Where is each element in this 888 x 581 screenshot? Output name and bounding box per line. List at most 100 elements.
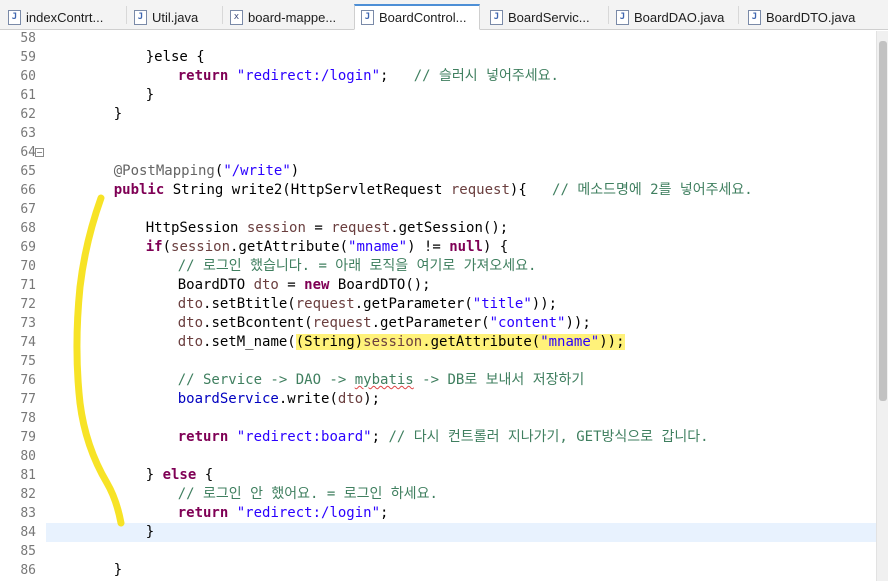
line-number: 65	[20, 164, 36, 179]
java-file-icon: J	[616, 9, 629, 25]
code-string: "redirect:/login"	[236, 68, 381, 84]
line-number: 63	[20, 126, 36, 141]
code-variable: request	[450, 182, 510, 198]
line-number: 84	[20, 525, 36, 540]
code-line: return "redirect:/login";	[144, 485, 389, 521]
code-token: (String)	[295, 334, 364, 350]
code-comment: // 슬러시 넣어주세요.	[413, 68, 559, 84]
code-line: dto.setM_name((String)session.getAttribu…	[144, 314, 625, 350]
code-token: ;	[380, 68, 414, 84]
line-number: 59	[20, 50, 36, 65]
code-line: dto.setBcontent(request.getParameter("co…	[144, 295, 591, 331]
code-token: }	[113, 562, 123, 578]
code-keyword: return	[177, 68, 229, 84]
line-number: 76	[20, 373, 36, 388]
line-number: 85	[20, 544, 36, 559]
code-line: }	[80, 542, 122, 578]
code-field: boardService	[177, 391, 279, 407]
code-keyword: return	[177, 429, 229, 445]
code-keyword: public	[113, 182, 165, 198]
code-comment: // 메소드명에 2를 넣어주세요.	[552, 182, 753, 198]
line-number: 73	[20, 316, 36, 331]
line-number: 77	[20, 392, 36, 407]
line-number: 62	[20, 107, 36, 122]
code-token: }	[113, 106, 123, 122]
tab-label: Util.java	[152, 9, 199, 25]
code-token: .setM_name(	[203, 334, 296, 350]
line-number: 68	[20, 221, 36, 236]
current-line-highlight	[46, 523, 876, 542]
code-comment: -> DB로 보내서 저장하기	[413, 372, 585, 388]
line-number: 64	[20, 145, 36, 160]
line-number: 78	[20, 411, 36, 426]
line-number: 86	[20, 563, 36, 578]
java-file-icon: J	[748, 9, 761, 25]
code-line: if(session.getAttribute("mname") != null…	[112, 219, 509, 255]
vertical-scrollbar[interactable]	[876, 31, 888, 581]
code-line: }else {	[112, 29, 205, 65]
tab-boardcontroller[interactable]: J BoardControl...	[354, 4, 480, 30]
line-number: 83	[20, 506, 36, 521]
java-file-icon: J	[8, 9, 21, 25]
code-line: }	[112, 504, 154, 540]
highlighted-expression: (String)session.getAttribute("mname"));	[295, 334, 625, 350]
code-variable: session	[363, 334, 423, 350]
tab-divider	[126, 6, 127, 24]
code-line: } else {	[112, 447, 213, 483]
xml-file-icon: x	[230, 9, 243, 25]
line-number: 82	[20, 487, 36, 502]
tab-label: board-mappe...	[248, 9, 337, 25]
code-line: public String write2(HttpServletRequest …	[80, 162, 753, 198]
line-number: 66	[20, 183, 36, 198]
code-token: String write2(HttpServletRequest	[164, 182, 451, 198]
code-token: .getAttribute(	[422, 334, 541, 350]
line-number: 79	[20, 430, 36, 445]
code-token: }	[145, 87, 155, 103]
tab-divider	[738, 6, 739, 24]
tab-boarddto[interactable]: J BoardDTO.java	[742, 4, 862, 30]
tab-label: BoardDAO.java	[634, 9, 725, 25]
line-number-gutter: 58 59 60 61 62 63 64 − 65 66 67 68 69 70…	[0, 31, 46, 581]
tab-boarddao[interactable]: J BoardDAO.java	[610, 4, 734, 30]
tab-util-java[interactable]: J Util.java	[128, 4, 220, 30]
code-keyword: return	[177, 505, 229, 521]
code-line: }	[80, 86, 122, 122]
code-variable: dto	[337, 391, 364, 407]
java-file-icon: J	[490, 9, 503, 25]
code-editor[interactable]: 58 59 60 61 62 63 64 − 65 66 67 68 69 70…	[0, 31, 876, 581]
code-string: "mname"	[540, 334, 600, 350]
tab-board-mapper[interactable]: x board-mappe...	[224, 4, 348, 30]
code-token: ));	[599, 334, 625, 350]
code-line: dto.setBtitle(request.getParameter("titl…	[144, 276, 557, 312]
line-number: 80	[20, 449, 36, 464]
code-line: // 로그인 했습니다. = 아래 로직을 여기로 가져오세요.	[144, 238, 537, 274]
java-file-icon: J	[134, 9, 147, 25]
code-token: );	[363, 391, 381, 407]
line-number: 69	[20, 240, 36, 255]
code-token: ;	[371, 429, 389, 445]
tab-label: BoardControl...	[379, 10, 467, 25]
line-number: 74	[20, 335, 36, 350]
code-line: return "redirect:board"; // 다시 컨트롤러 지나가기…	[144, 409, 709, 445]
code-line: BoardDTO dto = new BoardDTO();	[144, 257, 431, 293]
fold-collapse-icon[interactable]: −	[35, 148, 44, 157]
java-file-icon: J	[361, 10, 374, 25]
line-number: 67	[20, 202, 36, 217]
line-number: 70	[20, 259, 36, 274]
line-number: 60	[20, 69, 36, 84]
tab-indexcontroller[interactable]: J indexContrt...	[2, 4, 114, 30]
code-token: }	[145, 524, 155, 540]
line-number: 58	[20, 31, 36, 46]
line-number: 75	[20, 354, 36, 369]
scrollbar-thumb[interactable]	[879, 41, 887, 401]
editor-tab-bar: J indexContrt... J Util.java x board-map…	[0, 0, 888, 30]
tab-label: BoardDTO.java	[766, 9, 856, 25]
code-line: @PostMapping("/write")	[80, 143, 299, 179]
code-token: ){	[509, 182, 553, 198]
tab-boardservice[interactable]: J BoardServic...	[484, 4, 602, 30]
code-line: return "redirect:/login"; // 슬러시 넣어주세요.	[144, 48, 559, 84]
code-variable: dto	[177, 334, 204, 350]
